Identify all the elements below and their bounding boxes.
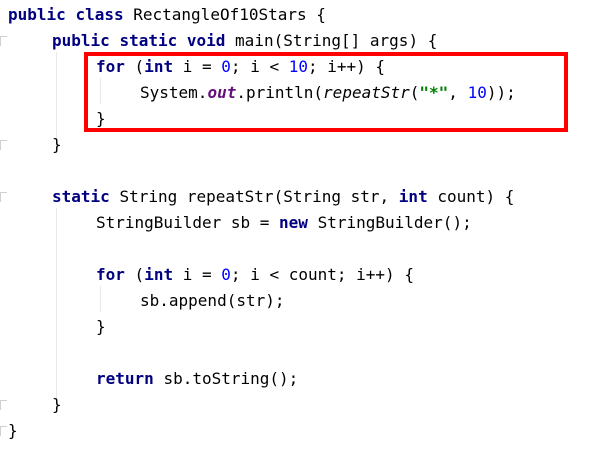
indent-guide: [100, 286, 101, 312]
code-line-6[interactable]: }: [52, 132, 62, 158]
code-line-14[interactable]: }: [8, 418, 18, 444]
keyword: return: [96, 369, 154, 388]
method-signature: main(String[] args): [235, 31, 419, 50]
fold-marker-icon[interactable]: [0, 140, 7, 150]
open-paren: (: [134, 265, 145, 284]
close-brace: }: [52, 135, 62, 154]
loop-condition: ; i < count; i++) {: [230, 265, 414, 284]
statement: sb.append(str);: [140, 291, 285, 310]
fold-marker-icon[interactable]: [0, 426, 7, 436]
method-signature: String repeatStr(String str,: [119, 187, 390, 206]
open-brace: {: [427, 31, 438, 50]
close-brace: }: [8, 421, 18, 440]
keyword: int: [398, 187, 428, 206]
code-line-13[interactable]: }: [52, 392, 62, 418]
class-name: RectangleOf10Stars: [133, 5, 307, 24]
code-editor[interactable]: public class RectangleOf10Stars { public…: [0, 0, 606, 458]
fold-marker-icon[interactable]: [0, 192, 7, 202]
close-brace: }: [96, 317, 106, 336]
code-line-11[interactable]: }: [96, 314, 106, 340]
return-expression: sb.toString();: [163, 369, 299, 388]
keyword: static: [119, 31, 178, 50]
indent-guide: [56, 208, 57, 404]
code-line-2[interactable]: public static void main(String[] args) {: [52, 28, 437, 54]
code-line-1[interactable]: public class RectangleOf10Stars {: [8, 2, 326, 28]
keyword: new: [279, 213, 308, 232]
constructor-call: StringBuilder();: [317, 213, 472, 232]
code-line-12[interactable]: return sb.toString();: [96, 366, 298, 392]
close-brace: }: [52, 395, 62, 414]
code-line-8[interactable]: StringBuilder sb = new StringBuilder();: [96, 210, 472, 236]
keyword: for: [96, 265, 125, 284]
fold-marker-icon[interactable]: [0, 36, 7, 46]
keyword: static: [52, 187, 110, 206]
open-brace: {: [316, 5, 326, 24]
keyword: int: [144, 265, 174, 284]
fold-marker-icon[interactable]: [0, 400, 7, 410]
keyword: public: [52, 31, 110, 50]
code-line-10[interactable]: sb.append(str);: [140, 288, 285, 314]
declaration: StringBuilder sb =: [96, 213, 270, 232]
parameter: count) {: [437, 187, 515, 206]
keyword: public: [8, 5, 66, 24]
loop-init: i =: [182, 265, 212, 284]
number-literal: 0: [221, 265, 231, 284]
keyword: class: [75, 5, 124, 24]
highlight-box: [84, 52, 568, 132]
keyword: void: [186, 31, 226, 50]
code-line-9[interactable]: for (int i = 0; i < count; i++) {: [96, 262, 414, 288]
code-line-7[interactable]: static String repeatStr(String str, int …: [52, 184, 514, 210]
